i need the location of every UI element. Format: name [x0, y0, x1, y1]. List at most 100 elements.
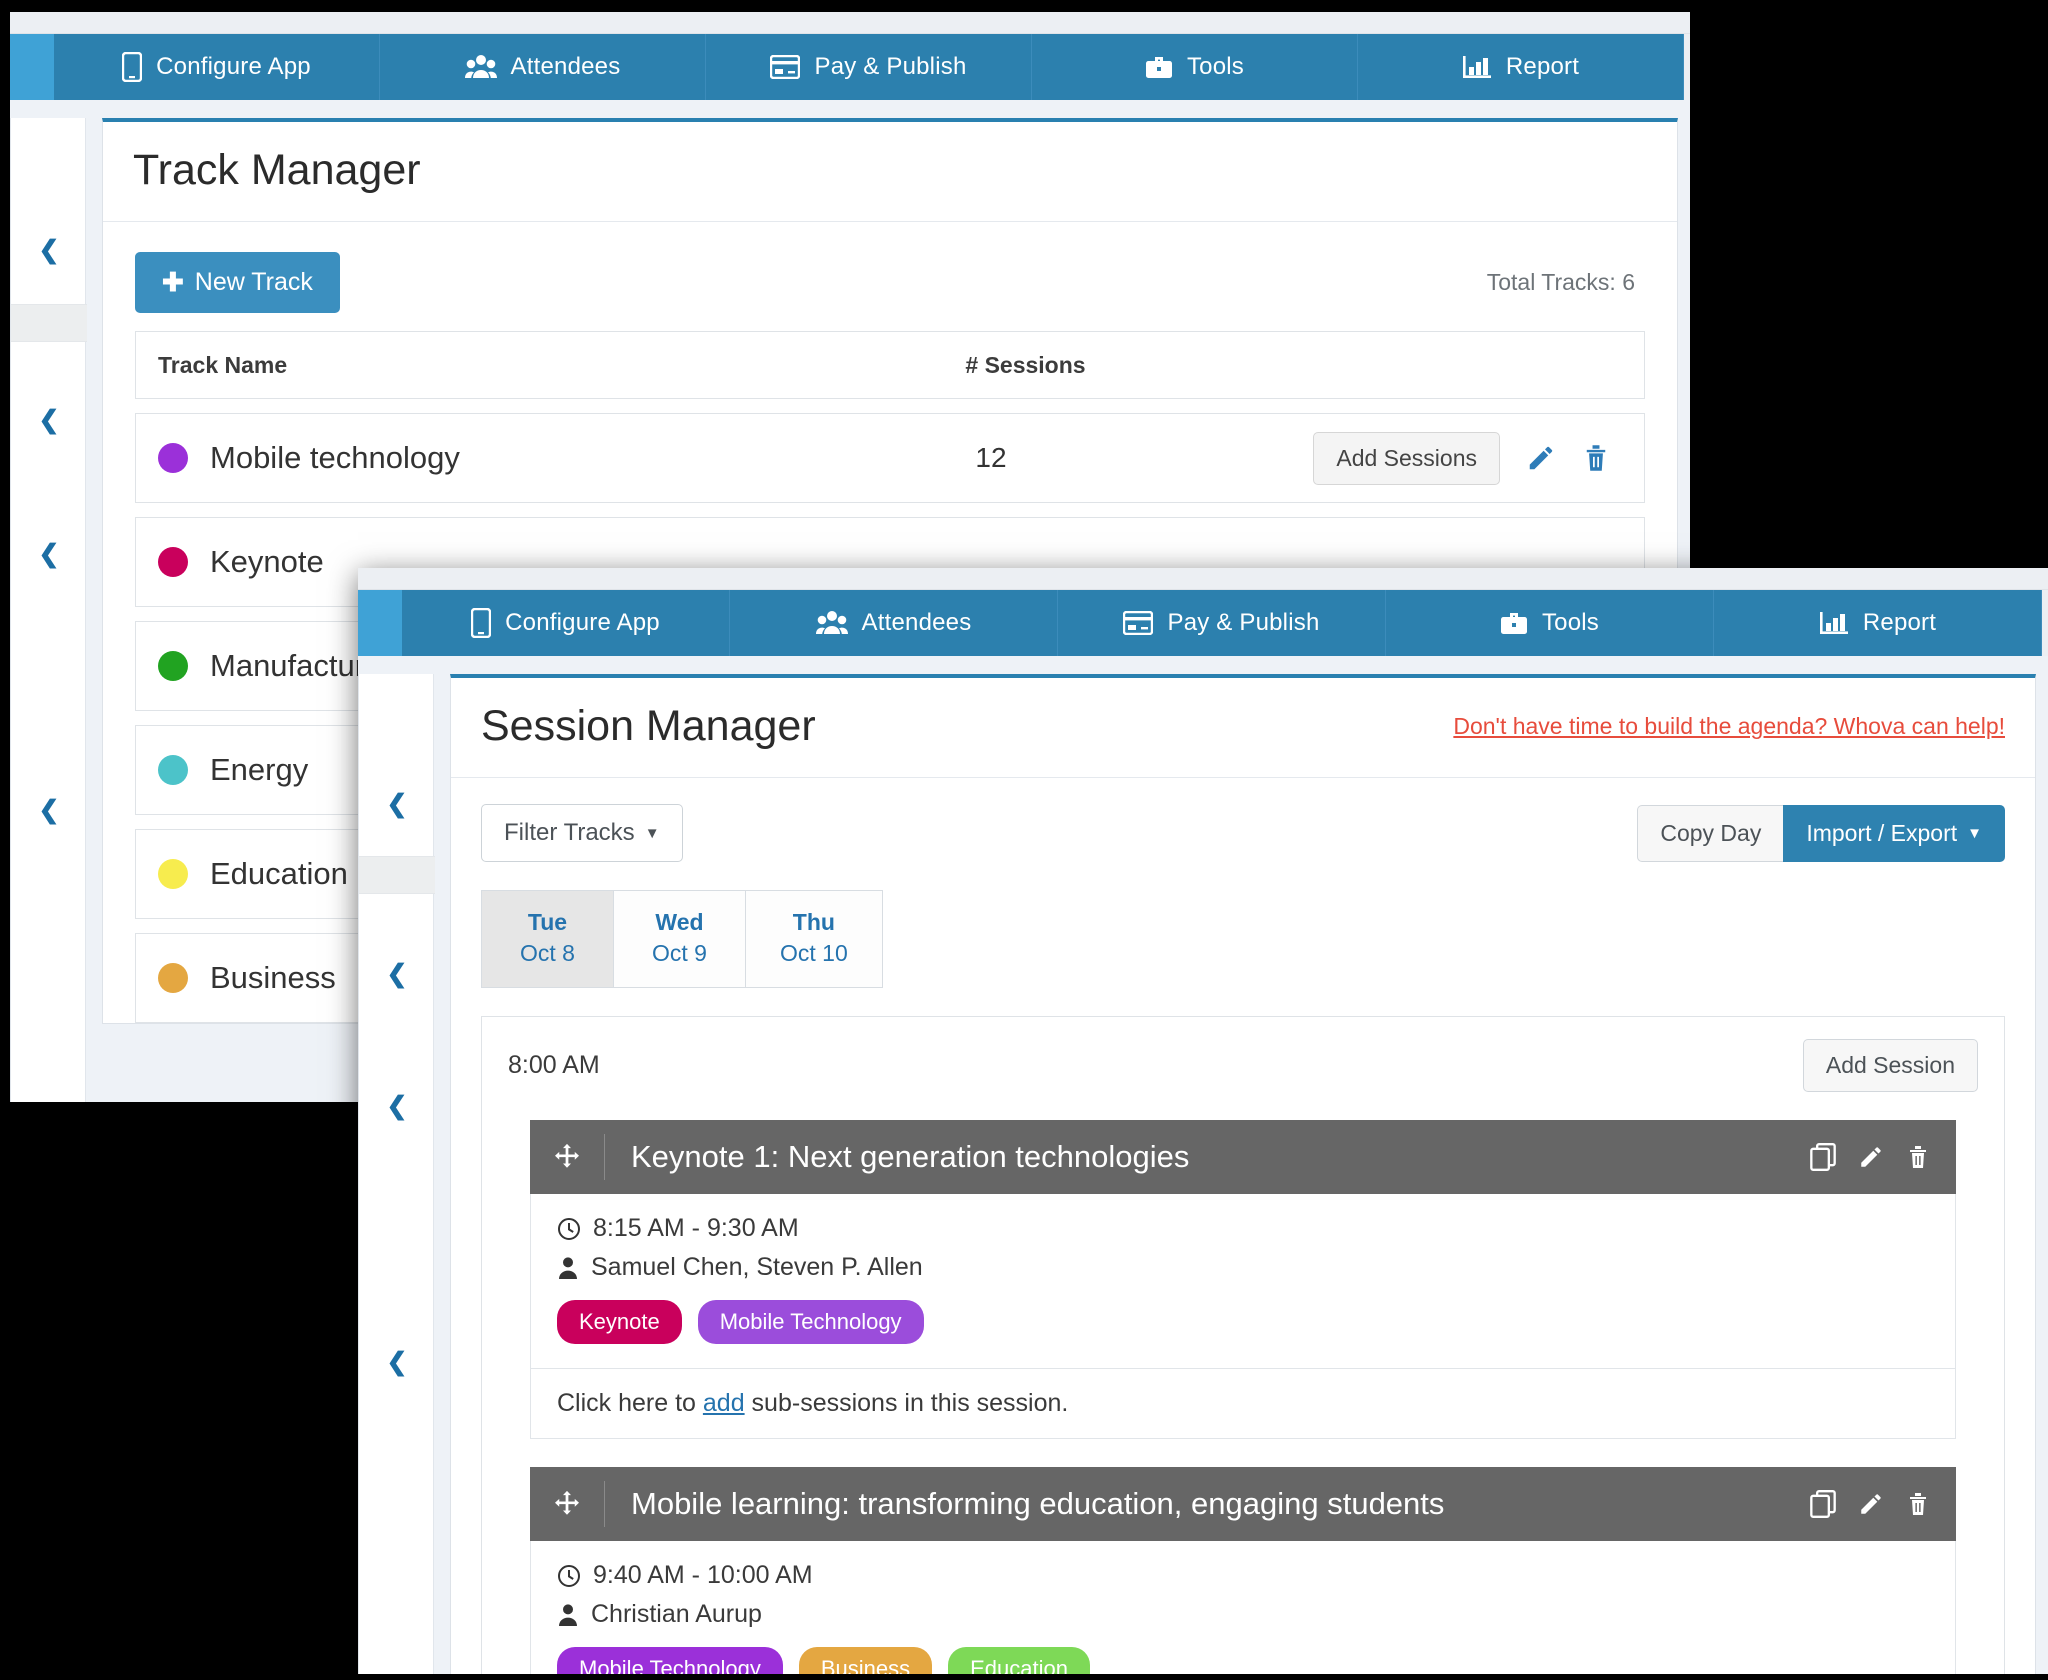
drag-move-icon[interactable] [530, 1489, 604, 1519]
session-speakers: Christian Aurup [591, 1600, 762, 1629]
track-color-dot [158, 755, 188, 785]
session-title: Keynote 1: Next generation technologies [604, 1134, 1810, 1181]
import-export-button[interactable]: Import / Export ▼ [1783, 804, 2005, 862]
users-icon [464, 54, 497, 80]
sidebar-collapse-chevron-icon[interactable]: ❮ [359, 792, 435, 817]
drag-move-icon[interactable] [530, 1142, 604, 1172]
filter-tracks-label: Filter Tracks [504, 819, 635, 846]
table-row[interactable]: Mobile technology 12 Add Sessions [135, 413, 1645, 503]
sidebar-collapse-chevron-icon[interactable]: ❮ [359, 1350, 435, 1375]
session-card: Keynote 1: Next generation technologies [530, 1120, 1956, 1440]
nav-accent-strip [10, 34, 54, 100]
day-tab-weekday: Tue [527, 909, 568, 935]
nav-item-tools[interactable]: Tools [1032, 34, 1358, 100]
sidebar-collapse-chevron-icon[interactable]: ❮ [11, 798, 87, 823]
edit-pencil-icon[interactable] [1526, 443, 1556, 473]
nav-item-report[interactable]: Report [1714, 590, 2042, 656]
nav-item-pay-publish[interactable]: Pay & Publish [706, 34, 1032, 100]
track-row-actions: Add Sessions [1267, 431, 1644, 485]
sidebar-collapse-chevron-icon[interactable]: ❮ [359, 1094, 435, 1119]
day-tab-date: Oct 10 [780, 940, 848, 967]
copy-duplicate-icon[interactable] [1810, 1490, 1836, 1519]
chevron-down-icon: ▼ [644, 824, 660, 842]
copy-duplicate-icon[interactable] [1810, 1143, 1836, 1172]
page-title: Session Manager [481, 702, 816, 750]
track-color-dot [158, 443, 188, 473]
sidebar-collapse-chevron-icon[interactable]: ❮ [11, 408, 87, 433]
day-tab-wed[interactable]: Wed Oct 9 [613, 890, 745, 989]
sidebar-collapse-chevron-icon[interactable]: ❮ [11, 238, 87, 263]
track-name-label: Keynote [210, 544, 324, 579]
whova-help-link[interactable]: Don't have time to build the agenda? Who… [1453, 713, 2005, 740]
window-chrome-strip [10, 12, 1690, 34]
edit-pencil-icon[interactable] [1858, 1143, 1884, 1171]
window-chrome-strip [358, 568, 2048, 590]
nav-right-spacer [1684, 34, 1690, 100]
top-navigation-bar: Configure App Attendees Pay & Publish To… [358, 590, 2048, 656]
session-speakers-row: Samuel Chen, Steven P. Allen [557, 1253, 1929, 1282]
track-manager-header: Track Manager [103, 122, 1677, 222]
session-time: 9:40 AM - 10:00 AM [593, 1561, 813, 1590]
sidebar-collapse-chevron-icon[interactable]: ❮ [11, 542, 87, 567]
day-tab-weekday: Wed [655, 909, 704, 935]
subsession-prefix: Click here to [557, 1389, 703, 1418]
edit-pencil-icon[interactable] [1858, 1490, 1884, 1518]
session-manager-toolbar: Filter Tracks ▼ Copy Day Import / Export… [451, 778, 2035, 862]
bar-chart-icon [1819, 611, 1849, 635]
bar-chart-icon [1462, 55, 1492, 79]
nav-item-pay-publish[interactable]: Pay & Publish [1058, 590, 1386, 656]
nav-item-tools[interactable]: Tools [1386, 590, 1714, 656]
nav-underbar-gap [358, 656, 2048, 674]
sidebar-collapse-chevron-icon[interactable]: ❮ [359, 962, 435, 987]
track-table-header: Track Name # Sessions [135, 331, 1645, 399]
nav-item-configure-app[interactable]: Configure App [402, 590, 730, 656]
nav-item-attendees[interactable]: Attendees [380, 34, 706, 100]
session-card-header: Mobile learning: transforming education,… [530, 1467, 1956, 1542]
nav-item-attendees[interactable]: Attendees [730, 590, 1058, 656]
delete-trash-icon[interactable] [1582, 443, 1610, 473]
session-time-row: 8:15 AM - 9:30 AM [557, 1214, 1929, 1243]
subsession-suffix: sub-sessions in this session. [744, 1389, 1069, 1418]
new-track-label: New Track [194, 268, 313, 296]
time-slot-header: 8:00 AM Add Session [508, 1039, 1978, 1093]
nav-label: Tools [1541, 609, 1600, 636]
plus-icon: ✚ [162, 267, 184, 297]
track-color-dot [158, 547, 188, 577]
sidebar-section-divider [359, 856, 435, 894]
credit-card-icon [1123, 611, 1154, 635]
time-slot-label: 8:00 AM [508, 1051, 600, 1080]
session-tag-list: Mobile Technology Business Education [557, 1647, 1929, 1674]
collapsed-sidebar-rail: ❮ ❮ ❮ ❮ [358, 674, 435, 1674]
nav-label: Configure App [505, 609, 660, 636]
track-manager-toolbar: ✚ New Track Total Tracks: 6 [103, 222, 1677, 331]
nav-label: Report [1862, 609, 1937, 636]
track-name-label: Mobile technology [210, 440, 460, 475]
filter-tracks-dropdown[interactable]: Filter Tracks ▼ [481, 804, 683, 862]
toolbar-right-group: Copy Day Import / Export ▼ [1637, 804, 2005, 862]
clock-icon [557, 1564, 581, 1588]
add-sessions-button[interactable]: Add Sessions [1313, 431, 1500, 485]
nav-label: Attendees [861, 609, 972, 636]
delete-trash-icon[interactable] [1906, 1143, 1930, 1171]
briefcase-icon [1500, 610, 1528, 636]
track-name-label: Energy [210, 752, 309, 787]
delete-trash-icon[interactable] [1906, 1490, 1930, 1518]
nav-item-configure-app[interactable]: Configure App [54, 34, 380, 100]
add-subsession-link[interactable]: add [703, 1389, 745, 1417]
session-title: Mobile learning: transforming education,… [604, 1481, 1810, 1528]
copy-day-button[interactable]: Copy Day [1637, 804, 1784, 862]
day-tab-tue[interactable]: Tue Oct 8 [481, 890, 613, 989]
add-session-button[interactable]: Add Session [1802, 1039, 1978, 1093]
session-card-actions [1810, 1143, 1956, 1172]
total-tracks-count: Total Tracks: 6 [1486, 269, 1635, 295]
session-manager-panel: Session Manager Don't have time to build… [450, 674, 2036, 1674]
nav-item-report[interactable]: Report [1358, 34, 1684, 100]
session-speakers: Samuel Chen, Steven P. Allen [591, 1253, 923, 1282]
nav-accent-strip [358, 590, 402, 656]
session-card-body: 8:15 AM - 9:30 AM Samuel Chen, Steven P.… [530, 1194, 1956, 1370]
day-tab-thu[interactable]: Thu Oct 10 [745, 890, 883, 989]
new-track-button[interactable]: ✚ New Track [135, 252, 340, 313]
collapsed-sidebar-rail: ❮ ❮ ❮ ❮ [10, 118, 87, 1102]
session-speakers-row: Christian Aurup [557, 1600, 1929, 1629]
track-session-count: 12 [975, 442, 1007, 473]
